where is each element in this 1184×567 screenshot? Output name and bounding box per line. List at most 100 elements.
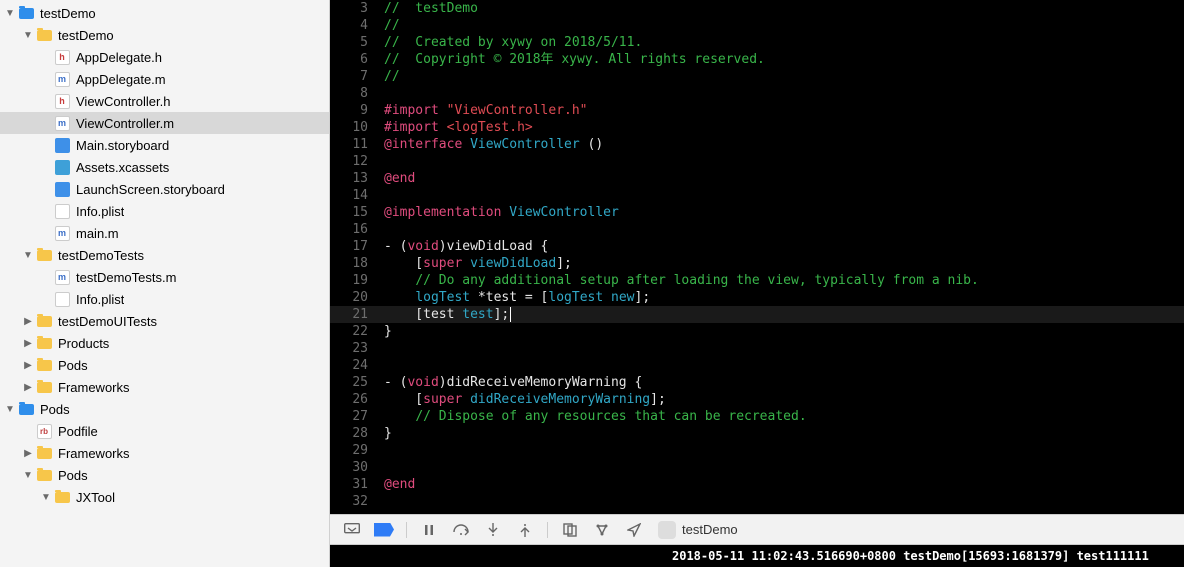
file-tree-item-testdemo[interactable]: ▼testDemo	[0, 24, 329, 46]
project-navigator[interactable]: ▼testDemo▼testDemohAppDelegate.hmAppDele…	[0, 0, 330, 567]
file-tree-label: ViewController.h	[76, 94, 170, 109]
code-content: // Do any additional setup after loading…	[378, 272, 1184, 289]
file-tree-item-main-m[interactable]: mmain.m	[0, 222, 329, 244]
file-tree-item-info-plist[interactable]: Info.plist	[0, 288, 329, 310]
code-line[interactable]: 32	[330, 493, 1184, 510]
file-tree-item-assets-xcassets[interactable]: Assets.xcassets	[0, 156, 329, 178]
file-tree-item-jxtool[interactable]: ▼ JXTool	[0, 486, 329, 508]
file-tree-item-testdemotests[interactable]: ▼ testDemoTests	[0, 244, 329, 266]
code-content: // testDemo	[378, 0, 1184, 17]
code-line[interactable]: 16	[330, 221, 1184, 238]
step-over-button[interactable]	[447, 519, 475, 541]
toggle-debug-area-button[interactable]	[338, 519, 366, 541]
file-tree-item-viewcontroller-h[interactable]: hViewController.h	[0, 90, 329, 112]
file-storyboard-icon	[54, 137, 70, 153]
code-line[interactable]: 5// Created by xywy on 2018/5/11.	[330, 34, 1184, 51]
debug-memory-graph-button[interactable]	[588, 519, 616, 541]
code-line[interactable]: 26 [super didReceiveMemoryWarning];	[330, 391, 1184, 408]
code-line[interactable]: 8	[330, 85, 1184, 102]
file-tree-label: Pods	[58, 358, 88, 373]
disclosure-triangle[interactable]: ▼	[40, 491, 52, 503]
file-tree-item-testdemouitests[interactable]: ▶testDemoUITests	[0, 310, 329, 332]
code-line[interactable]: 27 // Dispose of any resources that can …	[330, 408, 1184, 425]
file-assets-icon	[54, 159, 70, 175]
code-line[interactable]: 29	[330, 442, 1184, 459]
code-line[interactable]: 10#import <logTest.h>	[330, 119, 1184, 136]
code-line[interactable]: 28}	[330, 425, 1184, 442]
disclosure-triangle[interactable]: ▶	[22, 447, 34, 459]
code-line[interactable]: 4//	[330, 17, 1184, 34]
code-line[interactable]: 22}	[330, 323, 1184, 340]
file-rb-icon: rb	[36, 423, 52, 439]
code-line[interactable]: 15@implementation ViewController	[330, 204, 1184, 221]
code-line[interactable]: 30	[330, 459, 1184, 476]
file-tree-item-pods[interactable]: ▶ Pods	[0, 354, 329, 376]
code-line[interactable]: 3// testDemo	[330, 0, 1184, 17]
line-number: 8	[330, 85, 378, 102]
disclosure-triangle[interactable]: ▶	[22, 359, 34, 371]
code-line[interactable]: 31@end	[330, 476, 1184, 493]
file-tree-item-main-storyboard[interactable]: Main.storyboard	[0, 134, 329, 156]
breakpoints-button[interactable]	[370, 519, 398, 541]
file-tree-item-podfile[interactable]: rbPodfile	[0, 420, 329, 442]
file-tree-item-products[interactable]: ▶Products	[0, 332, 329, 354]
file-tree-item-appdelegate-m[interactable]: mAppDelegate.m	[0, 68, 329, 90]
file-tree-item-frameworks[interactable]: ▶Frameworks	[0, 376, 329, 398]
code-line[interactable]: 21 [test test];	[330, 306, 1184, 323]
code-line[interactable]: 14	[330, 187, 1184, 204]
code-line[interactable]: 7//	[330, 68, 1184, 85]
debug-view-hierarchy-button[interactable]	[556, 519, 584, 541]
step-out-button[interactable]	[511, 519, 539, 541]
line-number: 23	[330, 340, 378, 357]
pause-continue-button[interactable]	[415, 519, 443, 541]
code-line[interactable]: 6// Copyright © 2018年 xywy. All rights r…	[330, 51, 1184, 68]
code-line[interactable]: 9#import "ViewController.h"	[330, 102, 1184, 119]
file-tree-item-frameworks[interactable]: ▶Frameworks	[0, 442, 329, 464]
file-tree-item-pods[interactable]: ▼Pods	[0, 398, 329, 420]
file-tree-item-pods[interactable]: ▼Pods	[0, 464, 329, 486]
line-number: 29	[330, 442, 378, 459]
code-line[interactable]: 20 logTest *test = [logTest new];	[330, 289, 1184, 306]
code-line[interactable]: 23	[330, 340, 1184, 357]
file-tree-item-info-plist[interactable]: Info.plist	[0, 200, 329, 222]
code-content: #import "ViewController.h"	[378, 102, 1184, 119]
disclosure-triangle[interactable]: ▶	[22, 381, 34, 393]
code-content	[378, 357, 1184, 374]
file-tree-item-appdelegate-h[interactable]: hAppDelegate.h	[0, 46, 329, 68]
code-line[interactable]: 19 // Do any additional setup after load…	[330, 272, 1184, 289]
disclosure-triangle[interactable]: ▼	[22, 469, 34, 481]
code-line[interactable]: 24	[330, 357, 1184, 374]
code-editor[interactable]: 3// testDemo4//5// Created by xywy on 20…	[330, 0, 1184, 514]
disclosure-triangle[interactable]: ▼	[4, 403, 16, 415]
file-tree-item-launchscreen-storyboard[interactable]: LaunchScreen.storyboard	[0, 178, 329, 200]
file-tree-item-testdemotests-m[interactable]: mtestDemoTests.m	[0, 266, 329, 288]
code-line[interactable]: 11@interface ViewController ()	[330, 136, 1184, 153]
debug-target-selector[interactable]: testDemo	[658, 521, 738, 539]
code-line[interactable]: 17- (void)viewDidLoad {	[330, 238, 1184, 255]
code-content: logTest *test = [logTest new];	[378, 289, 1184, 306]
console-area[interactable]: 2018-05-11 11:02:43.516690+0800 testDemo…	[330, 545, 1184, 567]
file-tree-item-testdemo[interactable]: ▼testDemo	[0, 2, 329, 24]
disclosure-triangle[interactable]: ▼	[22, 249, 34, 261]
folder-yellow-icon	[36, 467, 52, 483]
code-content	[378, 493, 1184, 510]
step-into-button[interactable]	[479, 519, 507, 541]
disclosure-triangle[interactable]: ▼	[22, 29, 34, 41]
file-m-icon: m	[54, 225, 70, 241]
code-line[interactable]: 25- (void)didReceiveMemoryWarning {	[330, 374, 1184, 391]
file-tree-label: JXTool	[76, 490, 115, 505]
line-number: 5	[330, 34, 378, 51]
simulate-location-button[interactable]	[620, 519, 648, 541]
code-line[interactable]: 13@end	[330, 170, 1184, 187]
disclosure-triangle[interactable]: ▶	[22, 337, 34, 349]
code-line[interactable]: 12	[330, 153, 1184, 170]
code-content: }	[378, 323, 1184, 340]
line-number: 13	[330, 170, 378, 187]
file-tree-label: Info.plist	[76, 292, 124, 307]
file-tree-item-viewcontroller-m[interactable]: mViewController.m	[0, 112, 329, 134]
disclosure-triangle[interactable]: ▶	[22, 315, 34, 327]
file-tree-label: testDemoTests	[58, 248, 144, 263]
disclosure-triangle[interactable]: ▼	[4, 7, 16, 19]
line-number: 28	[330, 425, 378, 442]
code-line[interactable]: 18 [super viewDidLoad];	[330, 255, 1184, 272]
